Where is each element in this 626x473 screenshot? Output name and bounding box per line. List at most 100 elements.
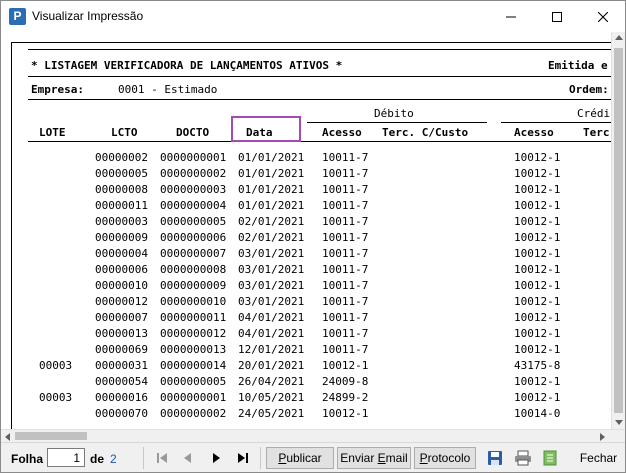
minimize-button[interactable] (488, 1, 533, 32)
cell-data: 10/05/2021 (238, 391, 305, 404)
cell-lcto: 00000016 (95, 391, 148, 404)
vertical-scroll-thumb[interactable] (614, 48, 623, 413)
table-row: 00000054 0000000005 26/04/2021 24009-8 10012… (1, 374, 625, 390)
column-header-docto: DOCTO (176, 126, 210, 139)
cell-acesso-credito: 10012-1 (514, 199, 561, 212)
document-icon (543, 450, 557, 466)
scroll-up-icon[interactable] (615, 35, 623, 40)
company-value: 0001 - Estimado (118, 83, 218, 96)
cell-acesso-debito: 10011-7 (322, 263, 369, 276)
cell-data: 02/01/2021 (238, 215, 305, 228)
previous-page-icon (184, 453, 191, 463)
next-page-button[interactable] (204, 447, 228, 469)
cell-lcto: 00000011 (95, 199, 148, 212)
cell-data: 20/01/2021 (238, 359, 305, 372)
cell-acesso-credito: 10012-1 (514, 167, 561, 180)
emitted-label: Emitida e (548, 59, 608, 72)
protocol-button[interactable]: Protocolo (414, 447, 476, 469)
cell-lcto: 00000004 (95, 247, 148, 260)
cell-acesso-debito: 10011-7 (322, 295, 369, 308)
cell-acesso-credito: 10012-1 (514, 215, 561, 228)
cell-acesso-credito: 10012-1 (514, 311, 561, 324)
previous-page-button[interactable] (176, 447, 200, 469)
column-header-acesso-credito: Acesso (514, 126, 554, 139)
cell-lcto: 00000005 (95, 167, 148, 180)
debit-group-header: Débito (374, 107, 414, 120)
cell-docto: 0000000014 (160, 359, 227, 372)
printer-icon (515, 450, 531, 466)
divider (28, 141, 618, 142)
scroll-down-icon[interactable] (615, 420, 623, 425)
cell-data: 03/01/2021 (238, 279, 305, 292)
scroll-right-icon[interactable] (600, 433, 605, 441)
page-label: Folha (11, 452, 43, 466)
cell-acesso-credito: 10012-1 (514, 391, 561, 404)
data-column-highlight (231, 116, 301, 142)
table-row: 00000007 0000000011 04/01/2021 10011-7 10012… (1, 310, 625, 326)
cell-data: 01/01/2021 (238, 183, 305, 196)
maximize-button[interactable] (534, 1, 579, 32)
table-row: 00000009 0000000006 02/01/2021 10011-7 10012… (1, 230, 625, 246)
table-row: 00000011 0000000004 01/01/2021 10011-7 10012… (1, 198, 625, 214)
page-edge (11, 42, 625, 43)
cell-lcto: 00000069 (95, 343, 148, 356)
cell-acesso-debito: 10011-7 (322, 183, 369, 196)
close-preview-button[interactable]: Fechar (572, 447, 625, 469)
horizontal-scrollbar[interactable] (1, 429, 625, 443)
scroll-left-icon[interactable] (5, 433, 10, 441)
cell-lcto: 00000003 (95, 215, 148, 228)
export-button[interactable] (539, 447, 561, 469)
cell-acesso-credito: 10012-1 (514, 247, 561, 260)
cell-acesso-debito: 10011-7 (322, 231, 369, 244)
next-page-icon (213, 453, 220, 463)
send-email-button-label: Enviar Email (340, 451, 408, 465)
cell-data: 01/01/2021 (238, 167, 305, 180)
page-number-input[interactable] (47, 448, 85, 467)
cell-data: 02/01/2021 (238, 231, 305, 244)
protocol-button-label: Protocolo (419, 451, 471, 465)
cell-docto: 0000000012 (160, 327, 227, 340)
horizontal-scroll-thumb[interactable] (15, 432, 87, 440)
cell-acesso-debito: 10011-7 (322, 151, 369, 164)
cell-acesso-credito: 10012-1 (514, 343, 561, 356)
close-preview-button-label: Fechar (579, 451, 618, 465)
cell-acesso-credito: 10012-1 (514, 151, 561, 164)
cell-acesso-credito: 43175-8 (514, 359, 561, 372)
cell-acesso-debito: 10011-7 (322, 247, 369, 260)
cell-docto: 0000000002 (160, 167, 227, 180)
print-button[interactable] (512, 447, 534, 469)
cell-docto: 0000000007 (160, 247, 227, 260)
cell-docto: 0000000006 (160, 231, 227, 244)
cell-data: 03/01/2021 (238, 247, 305, 260)
publish-button-label: Publicar (278, 451, 322, 465)
report-viewport[interactable]: * LISTAGEM VERIFICADORA DE LANÇAMENTOS A… (1, 32, 625, 429)
total-pages: 2 (110, 452, 117, 466)
publish-button[interactable]: Publicar (266, 447, 334, 469)
table-row: 00000002 0000000001 01/01/2021 10011-7 10012… (1, 150, 625, 166)
cell-data: 04/01/2021 (238, 311, 305, 324)
cell-docto: 0000000001 (160, 391, 227, 404)
table-row: 00000070 0000000002 24/05/2021 10012-1 10014… (1, 406, 625, 422)
divider (501, 122, 618, 123)
divider (307, 122, 487, 123)
cell-docto: 0000000005 (160, 375, 227, 388)
cell-acesso-debito: 24899-2 (322, 391, 369, 404)
cell-lote: 00003 (39, 359, 73, 372)
close-button[interactable] (580, 1, 625, 32)
column-header-lcto: LCTO (111, 126, 138, 139)
cell-data: 26/04/2021 (238, 375, 305, 388)
table-row: 00000004 0000000007 03/01/2021 10011-7 10012… (1, 246, 625, 262)
column-header-terc-custo: Terc. C/Custo (382, 126, 469, 139)
send-email-button[interactable]: Enviar Email (337, 447, 411, 469)
cell-acesso-debito: 10011-7 (322, 311, 369, 324)
cell-docto: 0000000001 (160, 151, 227, 164)
cell-data: 03/01/2021 (238, 263, 305, 276)
column-header-acesso-debito: Acesso (322, 126, 362, 139)
bottom-toolbar: Folha de 2 Publicar Enviar Email Protoco… (1, 442, 625, 472)
cell-docto: 0000000013 (160, 343, 227, 356)
vertical-scrollbar[interactable] (611, 32, 625, 429)
save-button[interactable] (484, 447, 506, 469)
company-label: Empresa: (31, 83, 84, 96)
last-page-button[interactable] (231, 447, 255, 469)
first-page-button[interactable] (150, 447, 174, 469)
